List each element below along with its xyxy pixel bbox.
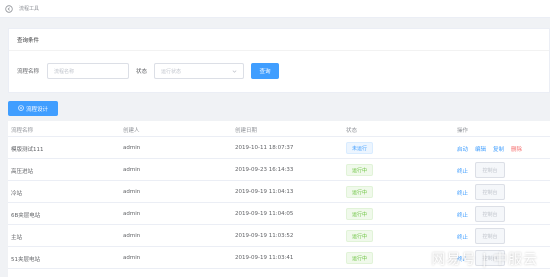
delete-link[interactable]: 删除 xyxy=(511,145,522,153)
console-button[interactable]: 控制台 xyxy=(475,206,505,222)
row-name: 高压进站 xyxy=(11,169,34,175)
row-name: 冷站 xyxy=(11,191,23,197)
status-badge: 运行中 xyxy=(346,252,374,264)
table-row: 高压进站 admin 2019-09-23 16:14:33 运行中 终止 控制… xyxy=(8,159,550,181)
console-button[interactable]: 控制台 xyxy=(475,162,505,178)
status-badge: 运行中 xyxy=(346,208,374,220)
edit-link[interactable]: 编辑 xyxy=(475,145,486,153)
add-process-label: 流程设计 xyxy=(25,106,48,113)
status-placeholder: 运行状态 xyxy=(161,68,182,75)
status-select[interactable]: 运行状态 xyxy=(154,63,244,79)
search-button[interactable]: 查询 xyxy=(251,63,279,79)
add-process-button[interactable]: 流程设计 xyxy=(8,101,58,116)
row-creator: admin xyxy=(123,189,141,195)
watermark: 网易号 | 中服云 xyxy=(431,252,538,268)
table-row: 主站 admin 2019-09-19 11:03:52 运行中 终止 控制台 xyxy=(8,225,550,247)
query-panel: 查询条件 流程名称 流程名称 状态 运行状态 查询 xyxy=(8,28,550,93)
start-link[interactable]: 启动 xyxy=(457,145,468,153)
table-row: 模版测试111 admin 2019-10-11 18:07:37 未运行 启动… xyxy=(8,137,550,159)
query-row: 流程名称 流程名称 状态 运行状态 查询 xyxy=(9,63,549,79)
row-creator: admin xyxy=(123,233,141,239)
col-date: 创建日期 xyxy=(235,128,258,134)
copy-link[interactable]: 复制 xyxy=(493,145,504,153)
stop-link[interactable]: 终止 xyxy=(457,233,468,241)
row-date: 2019-10-11 18:07:37 xyxy=(235,145,294,151)
table-header: 流程名称 创建人 创建日期 状态 操作 xyxy=(8,121,550,137)
table-row: 冷站 admin 2019-09-19 11:04:13 运行中 终止 控制台 xyxy=(8,181,550,203)
console-button[interactable]: 控制台 xyxy=(475,228,505,244)
status-badge: 未运行 xyxy=(346,142,374,154)
row-name: 51夹层电站 xyxy=(11,257,40,263)
row-date: 2019-09-19 11:03:52 xyxy=(235,233,294,239)
row-date: 2019-09-23 16:14:33 xyxy=(235,167,294,173)
query-header-title: 查询条件 xyxy=(17,37,40,44)
top-bar: 流程工具 xyxy=(0,0,550,18)
row-name: 模版测试111 xyxy=(11,147,44,153)
col-actions: 操作 xyxy=(457,128,469,134)
process-name-input[interactable]: 流程名称 xyxy=(47,63,129,79)
query-header: 查询条件 xyxy=(9,29,549,51)
row-creator: admin xyxy=(123,211,141,217)
row-creator: admin xyxy=(123,145,141,151)
status-badge: 运行中 xyxy=(346,164,374,176)
name-label: 流程名称 xyxy=(17,69,40,75)
row-creator: admin xyxy=(123,255,141,261)
chevron-down-icon xyxy=(232,69,237,74)
stop-link[interactable]: 终止 xyxy=(457,167,468,175)
stop-link[interactable]: 终止 xyxy=(457,189,468,197)
col-status: 状态 xyxy=(346,128,358,134)
stop-link[interactable]: 终止 xyxy=(457,211,468,219)
app-title: 流程工具 xyxy=(19,6,40,12)
plus-circle-icon xyxy=(18,104,24,113)
row-date: 2019-09-19 11:04:13 xyxy=(235,189,294,195)
row-name: 6B夹层电站 xyxy=(11,213,41,219)
status-label: 状态 xyxy=(136,69,148,75)
col-name: 流程名称 xyxy=(11,128,34,134)
row-name: 主站 xyxy=(11,235,23,241)
row-date: 2019-09-19 11:04:05 xyxy=(235,211,294,217)
table-row: 6B夹层电站 admin 2019-09-19 11:04:05 运行中 终止 … xyxy=(8,203,550,225)
console-button[interactable]: 控制台 xyxy=(475,184,505,200)
row-date: 2019-09-19 11:03:41 xyxy=(235,255,294,261)
row-creator: admin xyxy=(123,167,141,173)
process-name-placeholder: 流程名称 xyxy=(54,68,75,75)
collapse-icon[interactable] xyxy=(5,4,13,13)
status-badge: 运行中 xyxy=(346,186,374,198)
col-creator: 创建人 xyxy=(123,128,140,134)
status-badge: 运行中 xyxy=(346,230,374,242)
